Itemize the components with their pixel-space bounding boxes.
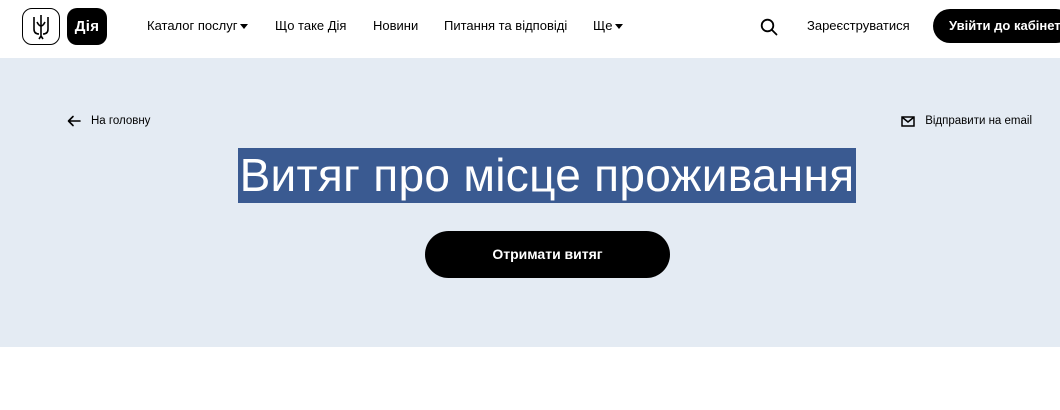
page-title-container: Витяг про місце проживання — [0, 148, 1060, 203]
diia-logo-text: Дія — [74, 18, 100, 35]
nav-item-label: Питання та відповіді — [444, 18, 568, 33]
diia-logo[interactable]: Дія — [67, 8, 107, 45]
nav-item-news[interactable]: Новини — [373, 18, 418, 34]
nav-item-label: Ще — [593, 18, 613, 33]
back-to-home-link[interactable]: На головну — [67, 115, 150, 127]
nav-item-label: Новини — [373, 18, 419, 33]
send-email-link[interactable]: Відправити на email — [901, 115, 1032, 127]
trident-icon — [33, 14, 49, 39]
arrow-left-icon — [67, 115, 81, 127]
search-icon[interactable] — [759, 17, 779, 37]
back-link-label: На головну — [91, 115, 151, 127]
email-link-label: Відправити на email — [925, 115, 1032, 127]
nav-item-label: Каталог послуг — [147, 18, 238, 33]
nav-item-label: Що таке Дія — [275, 18, 347, 33]
nav-item-catalog[interactable]: Каталог послуг — [147, 18, 249, 34]
register-link[interactable]: Зареєструватися — [807, 18, 910, 34]
nav-item-faq[interactable]: Питання та відповіді — [444, 18, 567, 34]
nav-item-what-is-diia[interactable]: Що таке Дія — [275, 18, 346, 34]
caret-down-icon — [240, 23, 249, 29]
nav-item-more[interactable]: Ще — [593, 18, 624, 34]
caret-down-icon — [615, 23, 624, 29]
get-extract-button[interactable]: Отримати витяг — [425, 231, 670, 278]
page-title: Витяг про місце проживання — [237, 148, 857, 203]
mail-icon — [901, 115, 915, 127]
login-button[interactable]: Увійти до кабінету — [933, 9, 1060, 43]
tryzub-logo-icon[interactable] — [22, 8, 60, 45]
site-header: Дія Каталог послуг Що таке Дія Новини Пи… — [0, 0, 1060, 58]
